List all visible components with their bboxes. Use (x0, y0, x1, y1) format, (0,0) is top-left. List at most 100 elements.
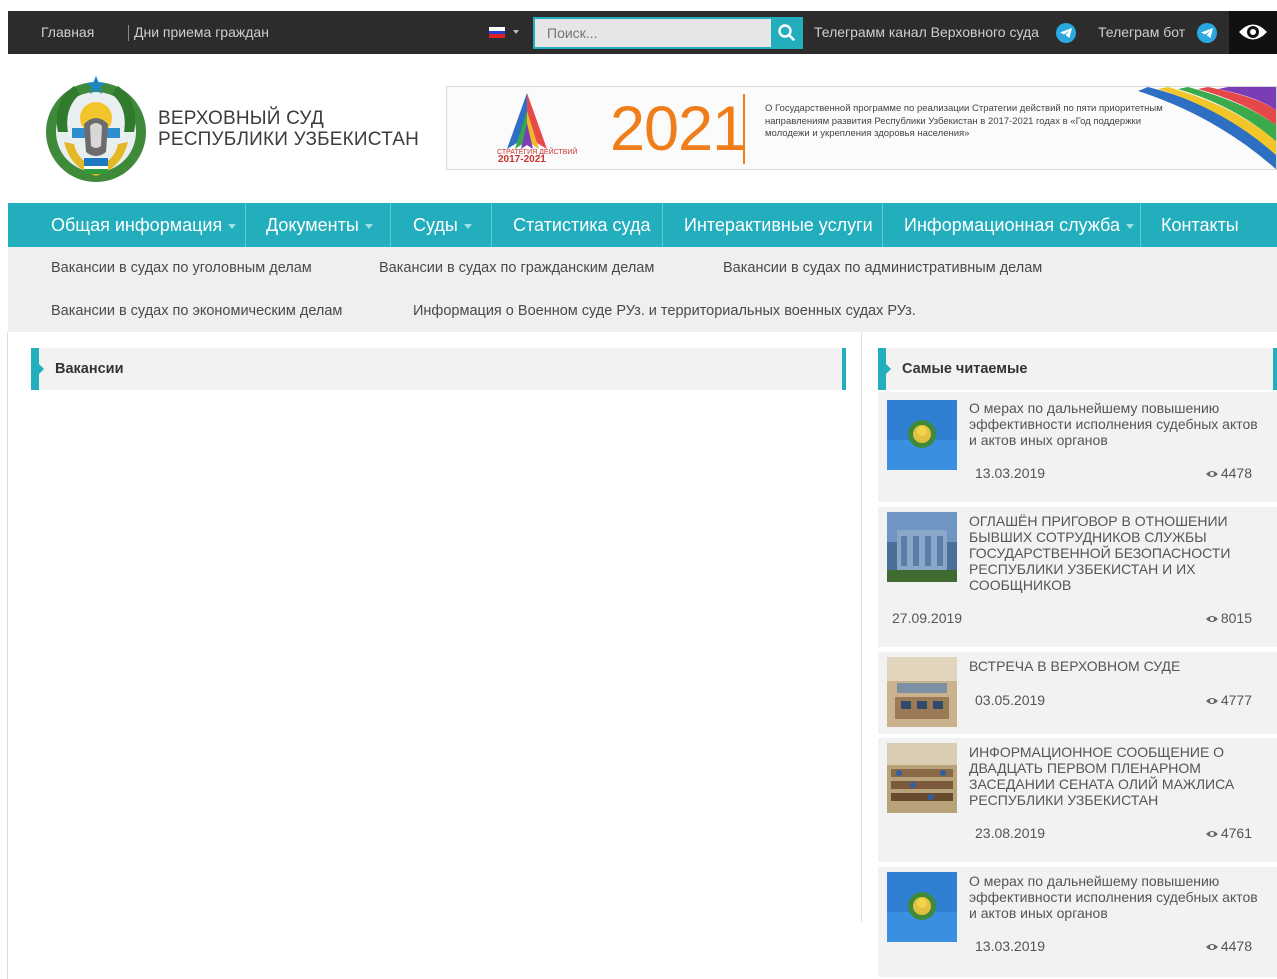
nav-interactive-services[interactable]: Интерактивные услуги (684, 203, 873, 247)
most-read-header: Самые читаемые (878, 348, 1277, 390)
most-read-item[interactable]: ВСТРЕЧА В ВЕРХОВНОМ СУДЕ 03.05.2019 4777 (878, 652, 1277, 734)
strategy-banner[interactable]: СТРАТЕГИЯ ДЕЙСТВИЙ 2017-2021 2021 О Госу… (446, 86, 1277, 170)
nav-contacts[interactable]: Контакты (1161, 203, 1239, 247)
news-views: 4478 (1205, 465, 1252, 481)
main-navigation: Общая информация Документы Суды Статисти… (8, 203, 1277, 247)
news-date: 13.03.2019 (975, 465, 1046, 481)
section-title: Вакансии (55, 361, 124, 377)
nav-separator (491, 203, 492, 247)
news-title[interactable]: О мерах по дальнейшему повышению эффекти… (969, 400, 1269, 448)
top-bar-separator (128, 25, 129, 41)
nav-courts[interactable]: Суды (413, 203, 472, 247)
vacancies-submenu: Вакансии в судах по уголовным делам Вака… (8, 247, 1277, 332)
views-count: 4478 (1220, 938, 1252, 954)
reception-days-link[interactable]: Дни приема граждан (134, 11, 269, 54)
nav-label: Документы (266, 215, 359, 235)
nav-separator (245, 203, 246, 247)
views-count: 4761 (1220, 825, 1252, 841)
news-thumbnail[interactable] (887, 512, 957, 582)
news-thumbnail[interactable] (887, 872, 957, 942)
nav-label: Суды (413, 215, 458, 235)
state-emblem-icon[interactable] (44, 72, 148, 184)
views-eye-icon (1205, 616, 1218, 622)
chevron-down-icon (364, 223, 373, 229)
nav-label: Статистика суда (513, 215, 651, 235)
nav-separator (662, 203, 663, 247)
banner-year: 2021 (610, 94, 747, 164)
news-title[interactable]: ВСТРЕЧА В ВЕРХОВНОМ СУДЕ (969, 658, 1269, 674)
news-title[interactable]: ИНФОРМАЦИОННОЕ СООБЩЕНИЕ О ДВАДЦАТЬ ПЕРВ… (969, 744, 1269, 808)
site-title[interactable]: ВЕРХОВНЫЙ СУД РЕСПУБЛИКИ УЗБЕКИСТАН (158, 108, 419, 150)
section-accent-bar (31, 348, 39, 390)
news-thumbnail[interactable] (887, 400, 957, 470)
telegram-bot-icon[interactable] (1197, 23, 1217, 43)
russian-flag-icon[interactable] (489, 27, 505, 38)
views-count: 8015 (1220, 610, 1252, 626)
nav-separator (1140, 203, 1141, 247)
news-views: 4761 (1205, 825, 1252, 841)
home-link[interactable]: Главная (41, 11, 94, 54)
most-read-item[interactable]: ИНФОРМАЦИОННОЕ СООБЩЕНИЕ О ДВАДЦАТЬ ПЕРВ… (878, 738, 1277, 862)
banner-years: 2017-2021 (498, 154, 546, 165)
most-read-item[interactable]: ОГЛАШЁН ПРИГОВОР В ОТНОШЕНИИ БЫВШИХ СОТР… (878, 507, 1277, 647)
accessibility-eye-button[interactable] (1229, 11, 1277, 54)
chevron-down-icon (228, 223, 237, 229)
submenu-criminal-vacancies[interactable]: Вакансии в судах по уголовным делам (51, 260, 312, 276)
most-read-title: Самые читаемые (902, 361, 1028, 377)
banner-ribbons-icon (1138, 87, 1276, 169)
news-thumbnail[interactable] (887, 743, 957, 813)
views-count: 4777 (1220, 692, 1252, 708)
news-date: 13.03.2019 (975, 938, 1046, 954)
submenu-administrative-vacancies[interactable]: Вакансии в судах по административным дел… (723, 260, 1042, 276)
news-views: 4777 (1205, 692, 1252, 708)
column-divider (861, 332, 862, 922)
submenu-military-court-info[interactable]: Информация о Военном суде РУз. и террито… (413, 303, 916, 319)
views-count: 4478 (1220, 465, 1252, 481)
news-title[interactable]: ОГЛАШЁН ПРИГОВОР В ОТНОШЕНИИ БЫВШИХ СОТР… (969, 513, 1269, 593)
nav-separator (882, 203, 883, 247)
nav-general-info[interactable]: Общая информация (51, 203, 237, 247)
news-date: 23.08.2019 (975, 825, 1046, 841)
search-input[interactable] (533, 17, 771, 49)
site-title-line2: РЕСПУБЛИКИ УЗБЕКИСТАН (158, 129, 420, 150)
news-views: 8015 (1205, 610, 1252, 626)
nav-court-statistics[interactable]: Статистика суда (513, 203, 650, 247)
nav-label: Общая информация (51, 215, 223, 235)
telegram-icon[interactable] (1056, 23, 1076, 43)
most-read-item[interactable]: О мерах по дальнейшему повышению эффекти… (878, 867, 1277, 977)
most-read-item[interactable]: О мерах по дальнейшему повышению эффекти… (878, 392, 1277, 502)
views-eye-icon (1205, 944, 1218, 950)
telegram-channel-link[interactable]: Телеграмм канал Верховного суда (814, 11, 1039, 54)
telegram-bot-link[interactable]: Телеграм бот (1098, 11, 1185, 54)
submenu-economic-vacancies[interactable]: Вакансии в судах по экономическим делам (51, 303, 342, 319)
submenu-civil-vacancies[interactable]: Вакансии в судах по гражданским делам (379, 260, 654, 276)
news-thumbnail[interactable] (887, 657, 957, 727)
chevron-down-icon (463, 223, 472, 229)
page-left-border (7, 332, 8, 979)
banner-text: О Государственной программе по реализаци… (765, 103, 1163, 139)
chevron-down-icon (1125, 223, 1134, 229)
views-eye-icon (1205, 698, 1218, 704)
search-button[interactable] (771, 17, 803, 49)
banner-divider (743, 94, 745, 164)
views-eye-icon (1205, 831, 1218, 837)
eye-icon (1239, 24, 1267, 40)
nav-label: Информационная служба (904, 215, 1120, 235)
nav-information-service[interactable]: Информационная служба (904, 203, 1134, 247)
vacancies-section-header: Вакансии (31, 348, 846, 390)
nav-separator (390, 203, 391, 247)
language-dropdown-caret-icon[interactable] (513, 30, 519, 34)
news-title[interactable]: О мерах по дальнейшему повышению эффекти… (969, 873, 1269, 921)
news-date: 27.09.2019 (892, 610, 963, 626)
news-date: 03.05.2019 (975, 692, 1046, 708)
views-eye-icon (1205, 471, 1218, 477)
site-title-line1: ВЕРХОВНЫЙ СУД (158, 108, 324, 129)
news-views: 4478 (1205, 938, 1252, 954)
section-accent-bar (878, 348, 886, 390)
section-accent-bar-right (842, 348, 846, 390)
nav-documents[interactable]: Документы (266, 203, 373, 247)
section-accent-bar-right (1273, 348, 1277, 390)
search-icon (778, 24, 795, 41)
section-arrow-icon (39, 364, 44, 374)
nav-label: Контакты (1161, 215, 1239, 235)
